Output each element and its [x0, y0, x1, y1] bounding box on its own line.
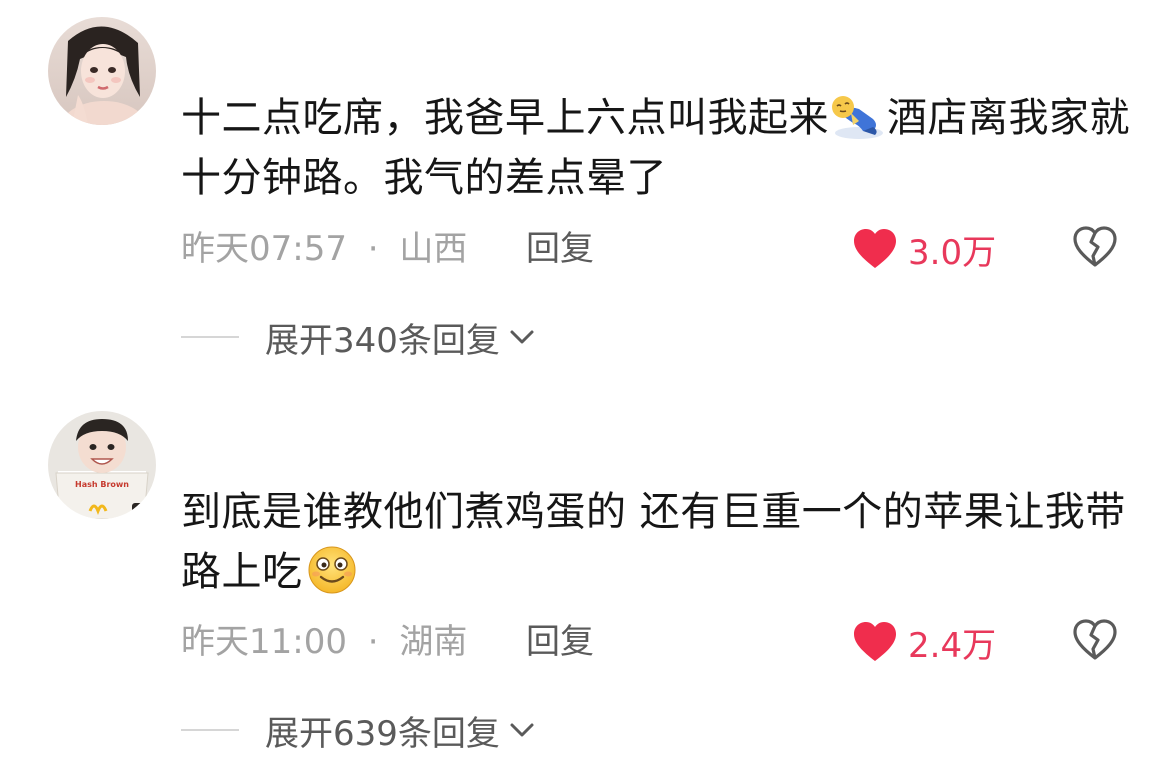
avatar[interactable]	[48, 17, 156, 125]
lying-down-tired-emoji-icon	[829, 91, 887, 141]
comment-meta: 昨天07:57 · 山西	[181, 224, 467, 274]
expand-replies[interactable]: 展开340条回复	[181, 312, 536, 362]
expand-replies-label: 展开340条回复	[265, 320, 500, 361]
meta-separator: ·	[367, 229, 379, 269]
broken-heart-icon	[1072, 226, 1118, 272]
like-button[interactable]: 2.4万	[852, 617, 996, 667]
svg-text:Hash Brown: Hash Brown	[75, 480, 129, 489]
chevron-down-icon	[508, 327, 536, 347]
smiling-face-emoji-icon	[303, 545, 361, 595]
heart-filled-icon	[852, 228, 898, 270]
comment-text-part: 十二点吃席，我爸早上六点叫我起来	[181, 95, 829, 141]
comment-meta: 昨天11:00 · 湖南	[181, 617, 467, 667]
heart-filled-icon	[852, 621, 898, 663]
avatar[interactable]: Hash Brown	[48, 411, 156, 519]
comment-time: 昨天11:00	[181, 622, 347, 662]
comment-text: 十二点吃席，我爸早上六点叫我起来 酒店离我家就十分钟路。我气的差点晕了	[181, 88, 1141, 208]
like-button[interactable]: 3.0万	[852, 224, 996, 274]
like-count: 2.4万	[908, 625, 997, 666]
like-count: 3.0万	[908, 232, 997, 273]
expand-replies-label: 展开639条回复	[265, 713, 500, 754]
reply-button[interactable]: 回复	[526, 617, 594, 667]
meta-separator: ·	[367, 622, 379, 662]
divider	[181, 336, 239, 338]
comment-location: 湖南	[399, 622, 468, 662]
reply-button[interactable]: 回复	[526, 224, 594, 274]
dislike-button[interactable]	[1070, 617, 1120, 667]
chevron-down-icon	[508, 720, 536, 740]
expand-replies[interactable]: 展开639条回复	[181, 705, 536, 755]
divider	[181, 729, 239, 731]
broken-heart-icon	[1072, 619, 1118, 665]
comment-location: 山西	[399, 229, 468, 269]
dislike-button[interactable]	[1070, 224, 1120, 274]
comment-time: 昨天07:57	[181, 229, 347, 269]
comment-text: 到底是谁教他们煮鸡蛋的 还有巨重一个的苹果让我带路上吃	[181, 482, 1141, 602]
